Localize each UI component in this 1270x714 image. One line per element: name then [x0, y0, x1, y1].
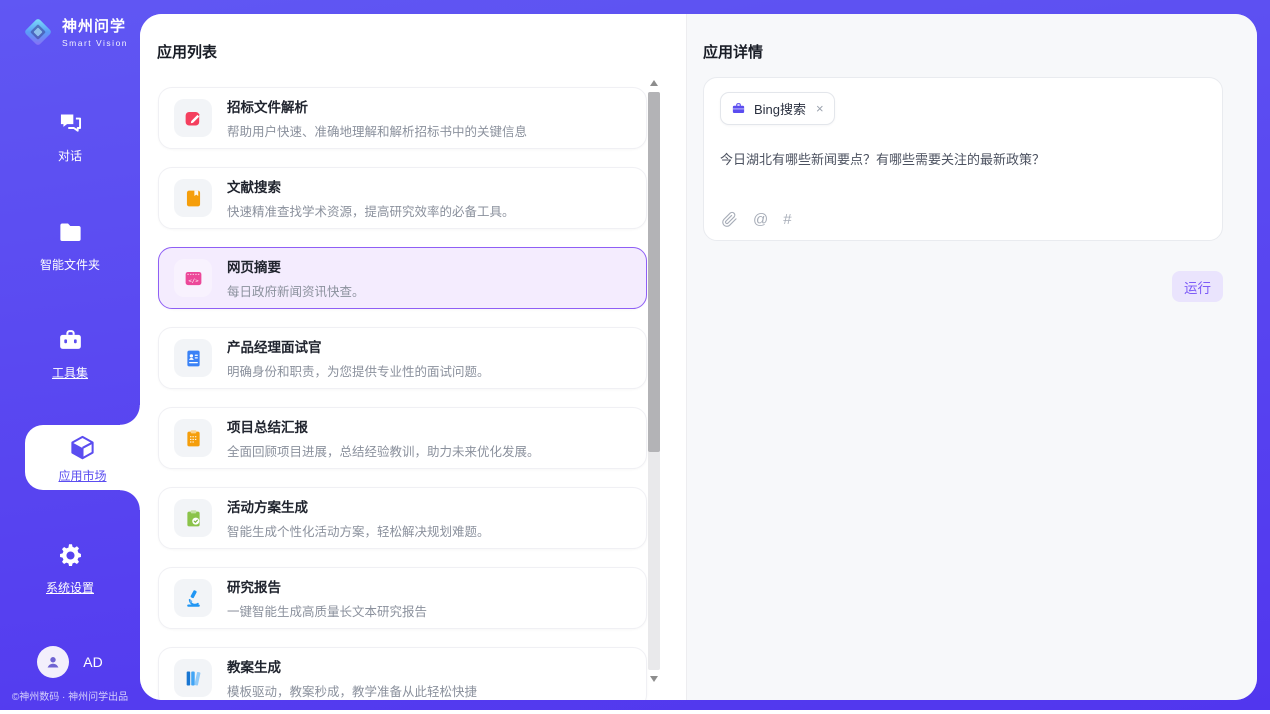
- brand-name: 神州问学: [62, 15, 128, 36]
- resume-icon: [174, 339, 212, 377]
- app-card-bid-analysis[interactable]: 招标文件解析 帮助用户快速、准确地理解和解析招标书中的关键信息: [158, 87, 647, 149]
- attachment-icon[interactable]: [721, 211, 738, 228]
- svg-text:</>: </>: [188, 278, 199, 284]
- tool-tag-label: Bing搜索: [754, 99, 806, 118]
- scrollbar-down-arrow-icon[interactable]: [650, 676, 658, 682]
- app-card-description: 一键智能生成高质量长文本研究报告: [227, 601, 427, 620]
- app-card-research-report[interactable]: 研究报告 一键智能生成高质量长文本研究报告: [158, 567, 647, 629]
- detail-panel-title: 应用详情: [703, 41, 1257, 62]
- user-name: AD: [83, 654, 102, 670]
- app-card-project-summary[interactable]: 项目总结汇报 全面回顾项目进展，总结经验教训，助力未来优化发展。: [158, 407, 647, 469]
- list-panel-title: 应用列表: [157, 41, 686, 62]
- toolbox-icon: [57, 327, 84, 354]
- scrollbar-up-arrow-icon[interactable]: [650, 80, 658, 86]
- sidebar-item-smart-folder[interactable]: 智能文件夹: [0, 219, 140, 273]
- input-toolbar: @ #: [721, 211, 792, 228]
- app-card-title: 研究报告: [227, 576, 427, 596]
- mention-icon[interactable]: @: [753, 211, 768, 228]
- sidebar-item-chat[interactable]: 对话: [0, 110, 140, 164]
- diamond-logo-icon: [22, 16, 54, 48]
- app-list: 招标文件解析 帮助用户快速、准确地理解和解析招标书中的关键信息 文献搜索 快速精…: [158, 87, 647, 700]
- app-card-web-summary[interactable]: </> 网页摘要 每日政府新闻资讯快查。: [158, 247, 647, 309]
- app-card-description: 全面回顾项目进展，总结经验教训，助力未来优化发展。: [227, 441, 540, 460]
- user-account[interactable]: AD: [0, 646, 140, 678]
- scrollbar-thumb[interactable]: [648, 92, 660, 452]
- chat-icon: [57, 110, 84, 137]
- app-card-description: 智能生成个性化活动方案，轻松解决规划难题。: [227, 521, 490, 540]
- app-card-title: 产品经理面试官: [227, 336, 490, 356]
- folder-icon: [57, 219, 84, 246]
- app-card-literature-search[interactable]: 文献搜索 快速精准查找学术资源，提高研究效率的必备工具。: [158, 167, 647, 229]
- sidebar-item-settings[interactable]: 系统设置: [0, 542, 140, 596]
- hash-icon[interactable]: #: [783, 211, 791, 228]
- pen-edit-icon: [174, 99, 212, 137]
- app-detail-panel: 应用详情 Bing搜索 × 今日湖北有哪些新闻要点？有哪些需要关注的最新政策？ …: [686, 14, 1257, 700]
- browser-code-icon: </>: [174, 259, 212, 297]
- sidebar-footer: ©神州数码 · 神州问学出品: [0, 688, 140, 703]
- sidebar-item-label: 系统设置: [0, 579, 140, 596]
- main-content: 应用列表 招标文件解析 帮助用户快速、准确地理解和解析招标书中的关键信息: [140, 14, 1257, 700]
- sidebar-item-app-market[interactable]: 应用市场: [25, 425, 140, 490]
- app-card-title: 教案生成: [227, 656, 477, 676]
- run-button[interactable]: 运行: [1172, 271, 1223, 302]
- app-card-event-plan[interactable]: 活动方案生成 智能生成个性化活动方案，轻松解决规划难题。: [158, 487, 647, 549]
- sidebar-item-label: 工具集: [0, 364, 140, 381]
- app-card-description: 帮助用户快速、准确地理解和解析招标书中的关键信息: [227, 121, 527, 140]
- gear-icon: [57, 542, 84, 569]
- close-icon[interactable]: ×: [816, 102, 824, 115]
- cube-icon: [69, 434, 96, 461]
- bottom-strip: [0, 710, 1270, 714]
- brand-subtitle: Smart Vision: [62, 38, 128, 48]
- app-card-lesson-plan[interactable]: 教案生成 模板驱动，教案秒成，教学准备从此轻松快捷: [158, 647, 647, 700]
- app-card-pm-interviewer[interactable]: 产品经理面试官 明确身份和职责，为您提供专业性的面试问题。: [158, 327, 647, 389]
- avatar: [37, 646, 69, 678]
- sidebar-item-label: 应用市场: [25, 467, 140, 484]
- scrollbar-track[interactable]: [648, 92, 660, 670]
- app-card-title: 文献搜索: [227, 176, 515, 196]
- app-card-description: 快速精准查找学术资源，提高研究效率的必备工具。: [227, 201, 515, 220]
- app-card-title: 活动方案生成: [227, 496, 490, 516]
- sidebar-item-label: 智能文件夹: [0, 256, 140, 273]
- prompt-card[interactable]: Bing搜索 × 今日湖北有哪些新闻要点？有哪些需要关注的最新政策？ @ #: [703, 77, 1223, 241]
- brand-logo: 神州问学 Smart Vision: [22, 15, 128, 48]
- user-avatar-icon: [44, 653, 62, 671]
- clipboard-check-icon: [174, 499, 212, 537]
- sidebar: 神州问学 Smart Vision 对话 智能文件夹 工具集 应用市: [0, 0, 140, 714]
- app-card-description: 每日政府新闻资讯快查。: [227, 281, 365, 300]
- microscope-icon: [174, 579, 212, 617]
- clipboard-icon: [174, 419, 212, 457]
- book-icon: [174, 179, 212, 217]
- books-icon: [174, 659, 212, 697]
- app-card-title: 项目总结汇报: [227, 416, 540, 436]
- list-scrollbar[interactable]: [648, 80, 660, 682]
- app-card-description: 明确身份和职责，为您提供专业性的面试问题。: [227, 361, 490, 380]
- app-card-title: 网页摘要: [227, 256, 365, 276]
- tool-tag-bing-search[interactable]: Bing搜索 ×: [720, 92, 835, 125]
- briefcase-icon: [731, 101, 746, 116]
- app-list-panel: 应用列表 招标文件解析 帮助用户快速、准确地理解和解析招标书中的关键信息: [140, 14, 686, 700]
- sidebar-item-toolset[interactable]: 工具集: [0, 327, 140, 381]
- app-card-description: 模板驱动，教案秒成，教学准备从此轻松快捷: [227, 681, 477, 700]
- app-card-title: 招标文件解析: [227, 96, 527, 116]
- prompt-text[interactable]: 今日湖北有哪些新闻要点？有哪些需要关注的最新政策？: [720, 149, 1206, 168]
- sidebar-item-label: 对话: [0, 147, 140, 164]
